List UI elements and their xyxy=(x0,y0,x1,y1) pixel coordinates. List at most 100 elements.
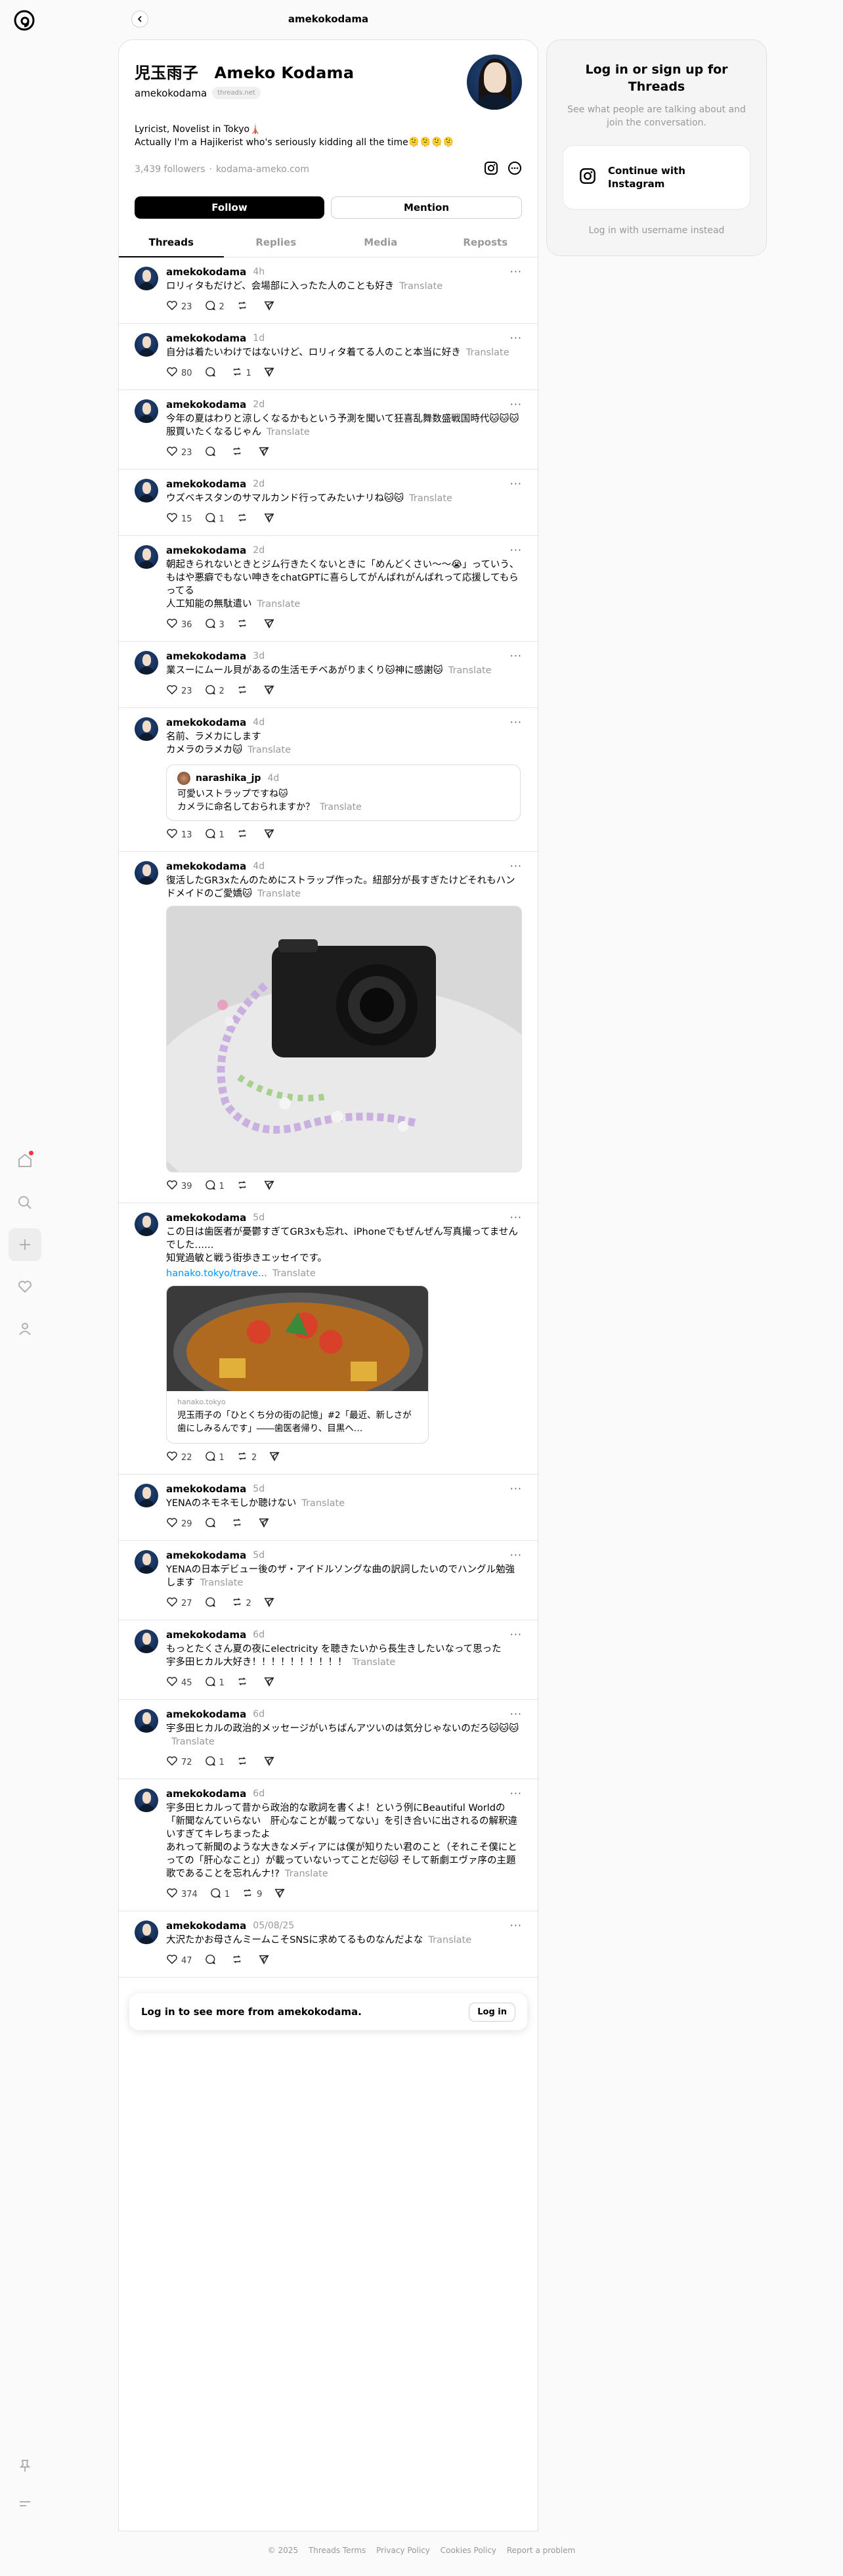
reply-button[interactable]: 1 xyxy=(204,512,225,526)
repost-button[interactable] xyxy=(236,684,251,698)
heart-icon[interactable] xyxy=(9,1270,41,1303)
post-username[interactable]: amekokodama xyxy=(166,650,246,662)
post-username[interactable]: amekokodama xyxy=(166,399,246,411)
post-username[interactable]: amekokodama xyxy=(166,1212,246,1224)
footer-terms-link[interactable]: Threads Terms xyxy=(309,2546,366,2555)
translate-link[interactable]: Translate xyxy=(428,1935,471,1945)
share-button[interactable] xyxy=(263,828,275,842)
repost-button[interactable] xyxy=(236,617,251,632)
reply-button[interactable] xyxy=(204,1953,219,1968)
more-options-icon[interactable]: ··· xyxy=(510,398,522,411)
username-login-link[interactable]: Log in with username instead xyxy=(563,225,750,236)
post-time[interactable]: 2d xyxy=(253,479,265,489)
reply-button[interactable]: 2 xyxy=(204,684,225,698)
profile-link[interactable]: kodama-ameko.com xyxy=(216,164,309,175)
post-username[interactable]: amekokodama xyxy=(166,1920,246,1932)
instagram-icon[interactable] xyxy=(484,161,498,178)
reply-button[interactable]: 1 xyxy=(204,1179,225,1193)
post-avatar[interactable] xyxy=(135,1484,158,1507)
more-options-icon[interactable]: ··· xyxy=(510,332,522,344)
post-avatar[interactable] xyxy=(135,1212,158,1236)
tab-threads[interactable]: Threads xyxy=(119,228,224,257)
post-time[interactable]: 5d xyxy=(253,1550,265,1561)
post-avatar[interactable] xyxy=(135,1550,158,1574)
search-icon[interactable] xyxy=(9,1186,41,1219)
like-button[interactable]: 29 xyxy=(166,1517,192,1531)
thread-post[interactable]: amekokodama 4d ··· 名前、ラメカにします カメラのラメカ🐱 Trans… xyxy=(119,708,538,852)
post-avatar[interactable] xyxy=(135,267,158,290)
post-username[interactable]: amekokodama xyxy=(166,266,246,278)
repost-button[interactable] xyxy=(236,1179,251,1193)
thread-post[interactable]: amekokodama 6d ··· もっとたくさん夏の夜にelectricity を… xyxy=(119,1620,538,1700)
more-options-icon[interactable]: ··· xyxy=(510,1549,522,1561)
thread-post[interactable]: amekokodama 6d ··· 宇多田ヒカルって昔から政治的な歌詞を書くよ！とい… xyxy=(119,1779,538,1911)
post-username[interactable]: amekokodama xyxy=(166,332,246,344)
post-avatar[interactable] xyxy=(135,717,158,741)
translate-link[interactable]: Translate xyxy=(171,1737,215,1747)
share-button[interactable] xyxy=(263,1596,275,1610)
reply-button[interactable]: 1 xyxy=(209,1887,230,1901)
translate-link[interactable]: Translate xyxy=(320,802,362,812)
share-button[interactable] xyxy=(263,1676,275,1690)
like-button[interactable]: 36 xyxy=(166,617,192,632)
repost-button[interactable]: 2 xyxy=(236,1450,257,1465)
post-username[interactable]: amekokodama xyxy=(166,544,246,556)
menu-icon[interactable] xyxy=(9,2487,41,2520)
reply-button[interactable]: 3 xyxy=(204,617,225,632)
share-button[interactable] xyxy=(269,1450,280,1465)
like-button[interactable]: 72 xyxy=(166,1755,192,1769)
post-time[interactable]: 5d xyxy=(253,1484,265,1494)
tab-media[interactable]: Media xyxy=(328,228,433,257)
translate-link[interactable]: Translate xyxy=(409,493,452,504)
back-button[interactable] xyxy=(131,11,148,28)
more-options-icon[interactable]: ··· xyxy=(510,650,522,662)
like-button[interactable]: 39 xyxy=(166,1179,192,1193)
translate-link[interactable]: Translate xyxy=(353,1657,396,1668)
repost-button[interactable] xyxy=(231,1953,246,1968)
translate-link[interactable]: Translate xyxy=(200,1578,244,1588)
repost-button[interactable]: 9 xyxy=(242,1887,262,1901)
post-time[interactable]: 4d xyxy=(253,717,265,728)
followers-count[interactable]: 3,439 followers xyxy=(135,164,205,175)
link-preview-card[interactable]: hanako.tokyo 児玉雨子の「ひとくち分の街の記憶」#2「最近、新しさが歯… xyxy=(166,1285,429,1444)
post-time[interactable]: 6d xyxy=(253,1630,265,1640)
repost-button[interactable] xyxy=(231,445,246,460)
post-avatar[interactable] xyxy=(135,1630,158,1653)
more-options-icon[interactable]: ··· xyxy=(510,860,522,872)
repost-button[interactable]: 1 xyxy=(231,366,251,380)
share-button[interactable] xyxy=(258,1953,270,1968)
translate-link[interactable]: Translate xyxy=(257,599,301,610)
more-options-icon[interactable]: ··· xyxy=(510,716,522,728)
share-button[interactable] xyxy=(258,445,270,460)
domain-badge[interactable]: threads.net xyxy=(212,87,261,99)
post-avatar[interactable] xyxy=(135,1709,158,1733)
like-button[interactable]: 15 xyxy=(166,512,192,526)
thread-post[interactable]: amekokodama 5d ··· YENAの日本デビュー後のザ・アイドルソングな曲… xyxy=(119,1541,538,1620)
more-options-icon[interactable]: ··· xyxy=(510,265,522,278)
post-avatar[interactable] xyxy=(135,861,158,885)
threads-logo-icon[interactable] xyxy=(13,9,35,32)
post-username[interactable]: amekokodama xyxy=(166,1708,246,1720)
thread-post[interactable]: amekokodama 4h ··· ロリィタもだけど、会場部に入ったた人のことも好き… xyxy=(119,257,538,324)
thread-post[interactable]: amekokodama 5d ··· この日は歯医者が憂鬱すぎてGR3xも忘れ、iPh… xyxy=(119,1203,538,1475)
translate-link[interactable]: Translate xyxy=(248,745,291,755)
like-button[interactable]: 45 xyxy=(166,1676,192,1690)
more-options-icon[interactable]: ··· xyxy=(510,1787,522,1800)
repost-button[interactable] xyxy=(236,1755,251,1769)
reply-button[interactable] xyxy=(204,366,219,380)
translate-link[interactable]: Translate xyxy=(399,281,443,292)
share-button[interactable] xyxy=(274,1887,286,1901)
footer-privacy-link[interactable]: Privacy Policy xyxy=(376,2546,430,2555)
continue-instagram-button[interactable]: Continue with Instagram xyxy=(563,145,750,210)
home-icon[interactable] xyxy=(9,1144,41,1177)
more-options-icon[interactable]: ··· xyxy=(510,1211,522,1224)
post-avatar[interactable] xyxy=(135,333,158,357)
reply-button[interactable]: 2 xyxy=(204,300,225,314)
like-button[interactable]: 374 xyxy=(166,1887,198,1901)
like-button[interactable]: 23 xyxy=(166,684,192,698)
thread-post[interactable]: amekokodama 3d ··· 業スーにムール貝があるの生活モチベあがりまくり🐱… xyxy=(119,642,538,708)
more-options-icon[interactable]: ··· xyxy=(510,477,522,490)
post-avatar[interactable] xyxy=(135,545,158,569)
post-avatar[interactable] xyxy=(135,1788,158,1812)
share-button[interactable] xyxy=(263,300,275,314)
